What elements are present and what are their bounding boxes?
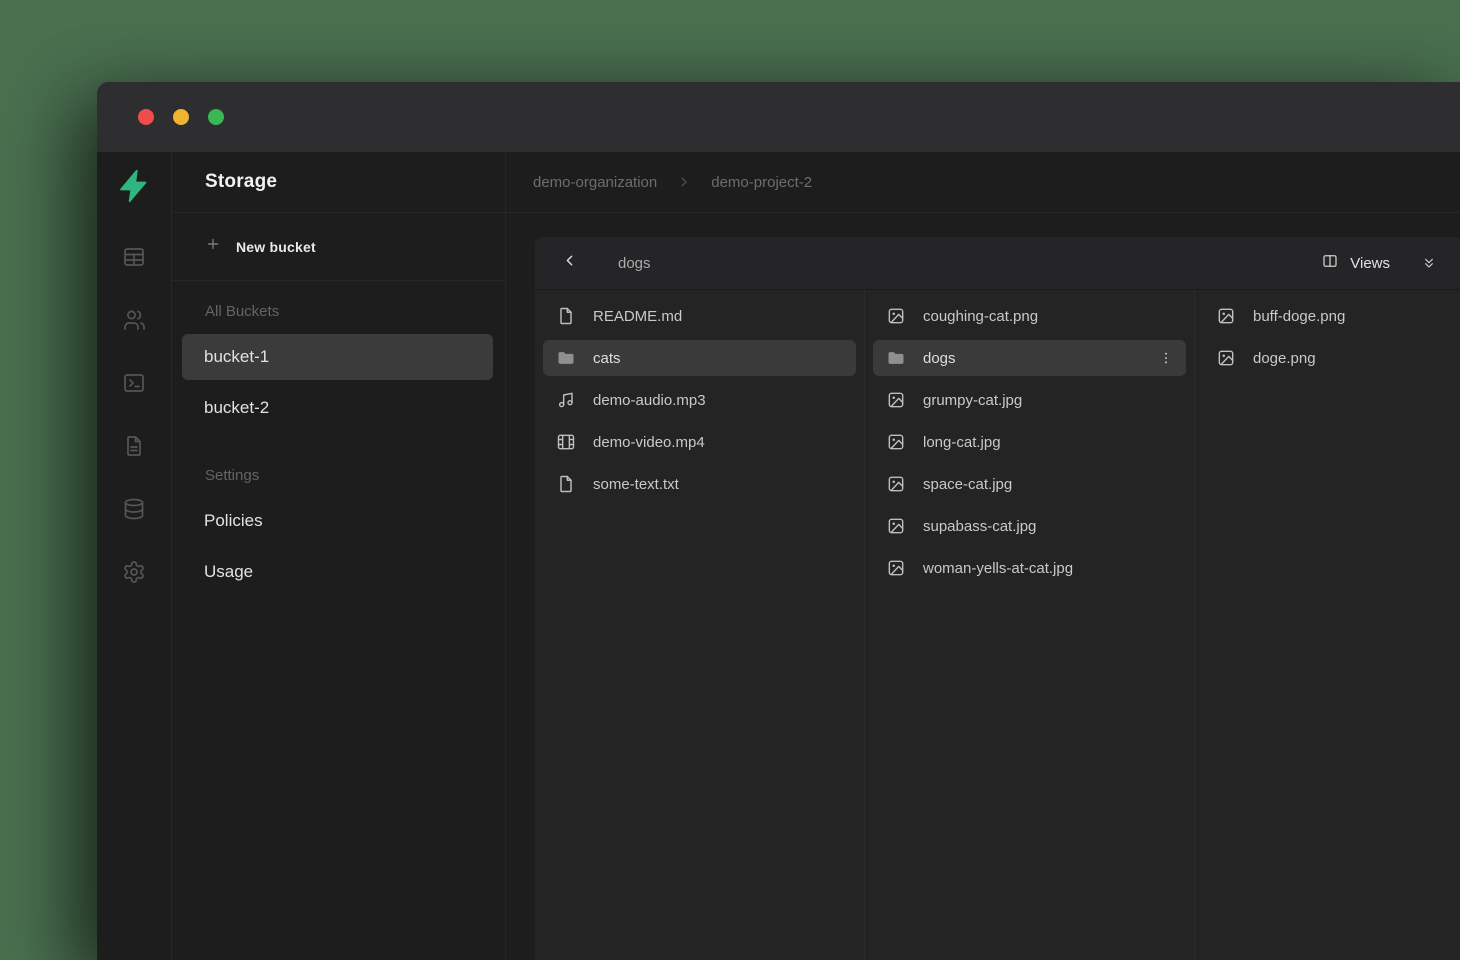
file-row-some-text-txt[interactable]: some-text.txt	[543, 466, 856, 502]
file-row-grumpy-cat-jpg[interactable]: grumpy-cat.jpg	[873, 382, 1186, 418]
app-body: Storage New bucket All Buckets bucket-1 …	[97, 152, 1460, 960]
video-icon	[556, 432, 576, 452]
file-column-3: buff-doge.png doge.png	[1195, 290, 1460, 960]
sidebar-header: Storage	[172, 152, 505, 213]
image-icon	[1216, 348, 1236, 368]
file-row-demo-video-mp4[interactable]: demo-video.mp4	[543, 424, 856, 460]
main-content: dogs Views README.md	[506, 213, 1460, 960]
file-row-supabass-cat-jpg[interactable]: supabass-cat.jpg	[873, 508, 1186, 544]
plus-icon	[205, 236, 221, 257]
file-explorer-panel: dogs Views README.md	[535, 237, 1460, 960]
close-window-button[interactable]	[138, 109, 154, 125]
maximize-window-button[interactable]	[208, 109, 224, 125]
file-row-space-cat-jpg[interactable]: space-cat.jpg	[873, 466, 1186, 502]
minimize-window-button[interactable]	[173, 109, 189, 125]
file-row-doge-png[interactable]: doge.png	[1203, 340, 1460, 376]
storage-sidebar: Storage New bucket All Buckets bucket-1 …	[172, 152, 506, 960]
window-titlebar	[97, 82, 1460, 152]
file-name: buff-doge.png	[1253, 308, 1345, 325]
file-name: coughing-cat.png	[923, 308, 1038, 325]
sidebar-item-usage[interactable]: Usage	[182, 549, 493, 595]
sidebar-item-bucket-2[interactable]: bucket-2	[182, 385, 493, 431]
file-column-2: coughing-cat.png dogs grumpy-cat.jpg lon…	[865, 290, 1195, 960]
database-icon[interactable]	[122, 497, 146, 521]
file-name: demo-video.mp4	[593, 434, 705, 451]
table-editor-icon[interactable]	[122, 245, 146, 269]
image-icon	[886, 558, 906, 578]
app-window: Storage New bucket All Buckets bucket-1 …	[97, 82, 1460, 960]
image-icon	[886, 306, 906, 326]
chevron-right-icon	[676, 174, 692, 190]
file-name: README.md	[593, 308, 682, 325]
kebab-menu-icon[interactable]	[1156, 348, 1176, 368]
docs-file-icon[interactable]	[122, 434, 146, 458]
columns-icon	[1321, 252, 1339, 275]
image-icon	[886, 516, 906, 536]
file-row-coughing-cat-png[interactable]: coughing-cat.png	[873, 298, 1186, 334]
file-name: dogs	[923, 350, 956, 367]
sidebar-item-policies[interactable]: Policies	[182, 498, 493, 544]
file-row-buff-doge-png[interactable]: buff-doge.png	[1203, 298, 1460, 334]
file-name: space-cat.jpg	[923, 476, 1012, 493]
breadcrumb-organization[interactable]: demo-organization	[533, 174, 657, 191]
sidebar-section-label: All Buckets	[205, 303, 505, 320]
file-name: doge.png	[1253, 350, 1316, 367]
file-row-readme-md[interactable]: README.md	[543, 298, 856, 334]
file-column-1: README.md cats demo-audio.mp3 demo-video…	[535, 290, 865, 960]
image-icon	[886, 432, 906, 452]
main-area: demo-organization demo-project-2 dogs	[506, 152, 1460, 960]
image-icon	[1216, 306, 1236, 326]
sidebar-section: All Buckets bucket-1 bucket-2	[172, 303, 505, 431]
views-button[interactable]: Views	[1321, 252, 1390, 275]
image-icon	[886, 390, 906, 410]
file-icon	[556, 306, 576, 326]
auth-users-icon[interactable]	[122, 308, 146, 332]
chevron-left-icon	[561, 252, 578, 274]
new-bucket-button[interactable]: New bucket	[172, 213, 505, 281]
supabase-bolt-icon[interactable]	[116, 152, 152, 220]
new-bucket-label: New bucket	[236, 239, 316, 255]
sidebar-section: Settings Policies Usage	[172, 467, 505, 595]
file-row-long-cat-jpg[interactable]: long-cat.jpg	[873, 424, 1186, 460]
image-icon	[886, 474, 906, 494]
sidebar-section-label: Settings	[205, 467, 505, 484]
folder-icon	[556, 348, 576, 368]
file-name: woman-yells-at-cat.jpg	[923, 560, 1073, 577]
audio-icon	[556, 390, 576, 410]
file-name: demo-audio.mp3	[593, 392, 706, 409]
folder-row-dogs[interactable]: dogs	[873, 340, 1186, 376]
current-folder-path: dogs	[618, 255, 651, 272]
file-name: cats	[593, 350, 621, 367]
breadcrumb: demo-organization demo-project-2	[506, 152, 1460, 213]
settings-gear-icon[interactable]	[122, 560, 146, 584]
file-name: long-cat.jpg	[923, 434, 1001, 451]
miller-columns: README.md cats demo-audio.mp3 demo-video…	[535, 290, 1460, 960]
views-label: Views	[1350, 255, 1390, 272]
file-row-demo-audio-mp3[interactable]: demo-audio.mp3	[543, 382, 856, 418]
rail-icon-list	[122, 220, 146, 584]
folder-row-cats[interactable]: cats	[543, 340, 856, 376]
file-name: some-text.txt	[593, 476, 679, 493]
file-row-woman-yells-at-cat-jpg[interactable]: woman-yells-at-cat.jpg	[873, 550, 1186, 586]
chevrons-down-icon[interactable]	[1418, 252, 1440, 274]
file-name: supabass-cat.jpg	[923, 518, 1036, 535]
product-nav-rail	[97, 152, 172, 960]
back-button[interactable]	[557, 251, 581, 275]
sql-editor-icon[interactable]	[122, 371, 146, 395]
folder-icon	[886, 348, 906, 368]
breadcrumb-project[interactable]: demo-project-2	[711, 174, 812, 191]
page-title: Storage	[205, 171, 277, 193]
file-name: grumpy-cat.jpg	[923, 392, 1022, 409]
explorer-toolbar: dogs Views	[535, 237, 1460, 290]
file-icon	[556, 474, 576, 494]
sidebar-nav: All Buckets bucket-1 bucket-2 Settings P…	[172, 281, 505, 600]
sidebar-item-bucket-1[interactable]: bucket-1	[182, 334, 493, 380]
